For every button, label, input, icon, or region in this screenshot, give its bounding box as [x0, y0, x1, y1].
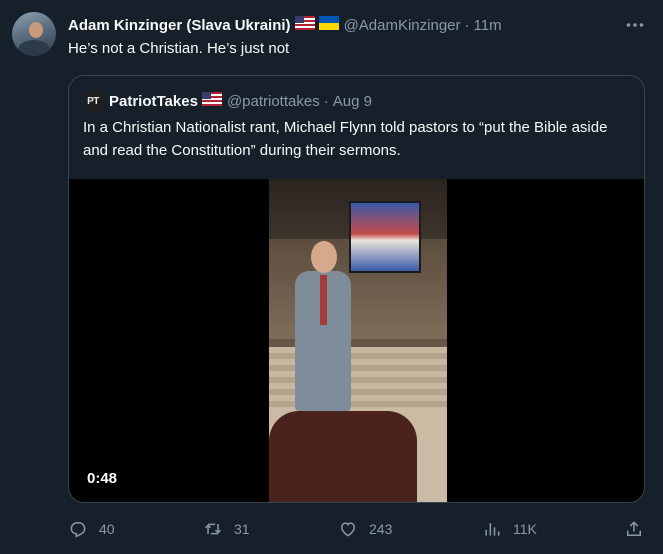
heart-icon [340, 522, 356, 537]
ukraine-flag-icon [318, 16, 339, 34]
quoted-avatar[interactable]: PT [83, 91, 103, 111]
us-flag-icon [294, 16, 315, 34]
quoted-author-handle[interactable]: @patriottakes [227, 93, 320, 110]
like-count: 243 [369, 521, 393, 537]
quoted-tweet-text: In a Christian Nationalist rant, Michael… [83, 119, 608, 159]
reply-icon [70, 522, 86, 538]
like-button[interactable]: 243 [338, 517, 392, 541]
quoted-date[interactable]: Aug 9 [333, 93, 372, 110]
reply-button[interactable]: 40 [68, 517, 115, 541]
tweet-header: Adam Kinzinger (Slava Ukraini) @AdamKinz… [68, 14, 502, 36]
more-icon[interactable] [624, 15, 646, 35]
quoted-tweet[interactable]: PT PatriotTakes @patriottakes · Aug 9 In… [68, 75, 645, 503]
tweet-text: He’s not a Christian. He’s just not [68, 40, 290, 57]
view-count: 11K [513, 521, 537, 537]
views-icon [485, 523, 500, 536]
video-player[interactable]: 0:48 [69, 179, 644, 502]
us-flag-icon [201, 92, 222, 110]
retweet-button[interactable]: 31 [203, 517, 250, 541]
quoted-tweet-header: PT PatriotTakes @patriottakes · Aug 9 [83, 90, 372, 112]
author-handle[interactable]: @AdamKinzinger [344, 17, 461, 34]
views-button[interactable]: 11K [482, 517, 537, 541]
share-button[interactable] [624, 517, 644, 541]
share-icon [627, 521, 641, 536]
retweet-count: 31 [234, 521, 250, 537]
reply-count: 40 [99, 521, 115, 537]
author-name[interactable]: Adam Kinzinger (Slava Ukraini) [68, 17, 291, 34]
quoted-author-name[interactable]: PatriotTakes [109, 93, 198, 110]
avatar[interactable] [12, 12, 56, 56]
video-frame [269, 179, 447, 502]
separator: · [323, 92, 329, 110]
tweet[interactable]: Adam Kinzinger (Slava Ukraini) @AdamKinz… [0, 0, 663, 554]
retweet-icon [204, 523, 222, 535]
action-bar: 40 31 243 11K [68, 517, 646, 541]
separator: · [464, 16, 470, 34]
video-duration: 0:48 [87, 470, 118, 487]
timestamp[interactable]: 11m [474, 17, 502, 34]
